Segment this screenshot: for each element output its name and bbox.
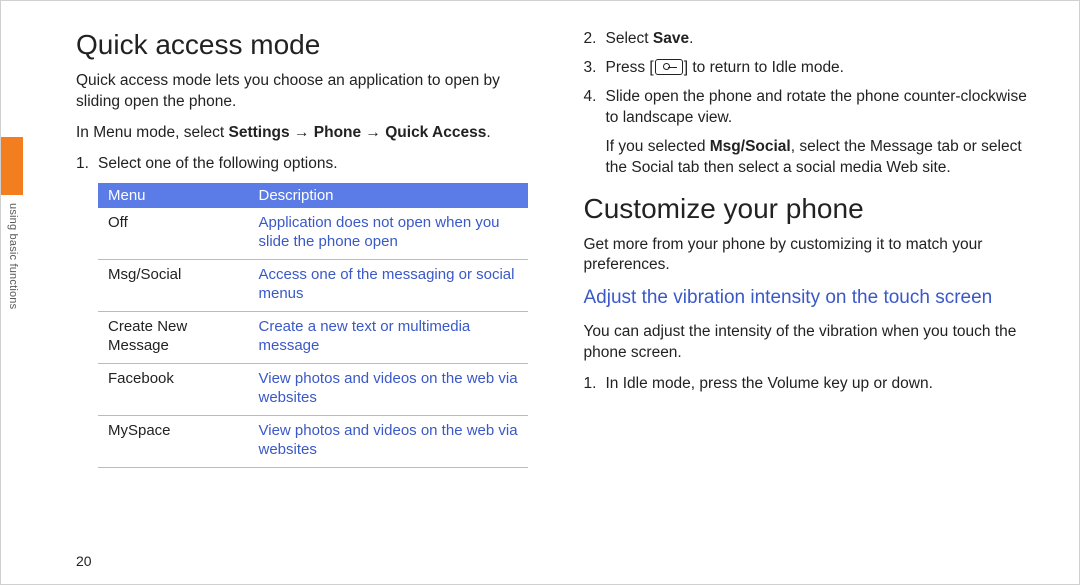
customize-intro: Get more from your phone by customizing … (584, 235, 1037, 277)
table-cell-menu: Create New Message (98, 311, 249, 363)
vibration-intro: You can adjust the intensity of the vibr… (584, 322, 1037, 364)
step-text: Select Save. (606, 30, 694, 47)
msg-social-note: If you selected Msg/Social, select the M… (584, 137, 1037, 179)
step-1: 1. Select one of the following options. (76, 154, 529, 175)
step-number: 4. (584, 87, 597, 108)
step-2: 2. Select Save. (584, 29, 1037, 50)
table-row: MySpace View photos and videos on the we… (98, 415, 528, 467)
table-cell-desc: View photos and videos on the web via we… (249, 363, 529, 415)
table-cell-menu: Off (98, 208, 249, 260)
step-text: In Idle mode, press the Volume key up or… (606, 375, 933, 392)
section-tab-label: using basic functions (3, 203, 19, 343)
table-cell-menu: Msg/Social (98, 259, 249, 311)
heading-customize: Customize your phone (584, 193, 1037, 225)
table-cell-desc: Access one of the messaging or social me… (249, 259, 529, 311)
intro-paragraph: Quick access mode lets you choose an app… (76, 71, 529, 113)
column-left: Quick access mode Quick access mode lets… (76, 29, 529, 468)
subheading-vibration: Adjust the vibration intensity on the to… (584, 286, 1037, 310)
step-4: 4. Slide open the phone and rotate the p… (584, 87, 1037, 129)
step-text: Slide open the phone and rotate the phon… (606, 88, 1027, 126)
table-row: Create New Message Create a new text or … (98, 311, 528, 363)
table-row: Off Application does not open when you s… (98, 208, 528, 260)
step-number: 1. (76, 154, 89, 175)
table-cell-menu: Facebook (98, 363, 249, 415)
step-3: 3. Press [] to return to Idle mode. (584, 58, 1037, 79)
table-row: Facebook View photos and videos on the w… (98, 363, 528, 415)
table-cell-desc: Application does not open when you slide… (249, 208, 529, 260)
menu-path: In Menu mode, select Settings → Phone → … (76, 123, 529, 144)
menu-path-post: . (486, 124, 490, 141)
table-header-description: Description (249, 183, 529, 208)
menu-path-bold: Settings → Phone → Quick Access (229, 124, 487, 141)
page-content: Quick access mode Quick access mode lets… (76, 29, 1036, 468)
section-tab-marker (1, 137, 23, 195)
step-number: 1. (584, 374, 597, 395)
table-cell-desc: Create a new text or multimedia message (249, 311, 529, 363)
table-header-menu: Menu (98, 183, 249, 208)
end-call-icon (655, 59, 683, 75)
menu-path-pre: In Menu mode, select (76, 124, 229, 141)
table-row: Msg/Social Access one of the messaging o… (98, 259, 528, 311)
table-cell-desc: View photos and videos on the web via we… (249, 415, 529, 467)
step-number: 2. (584, 29, 597, 50)
step-text: Select one of the following options. (98, 155, 338, 172)
table-cell-menu: MySpace (98, 415, 249, 467)
step-number: 3. (584, 58, 597, 79)
step-text: Press [] to return to Idle mode. (606, 59, 845, 76)
document-page: using basic functions Quick access mode … (0, 0, 1080, 585)
heading-quick-access: Quick access mode (76, 29, 529, 61)
options-table: Menu Description Off Application does no… (98, 183, 528, 468)
column-right: 2. Select Save. 3. Press [] to return to… (584, 29, 1037, 468)
page-number: 20 (76, 553, 92, 569)
vibration-step-1: 1. In Idle mode, press the Volume key up… (584, 374, 1037, 395)
